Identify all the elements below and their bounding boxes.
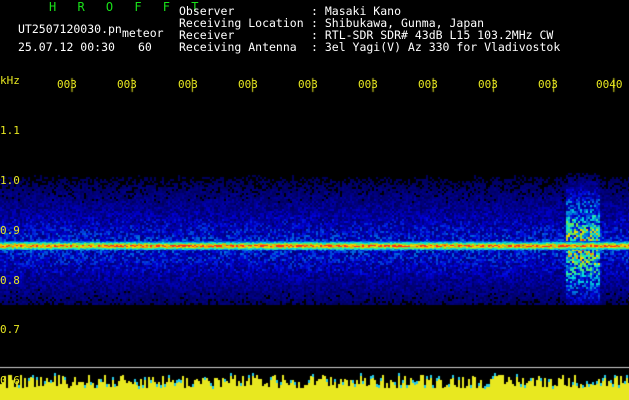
timestamp: 25.07.12 00:30: [18, 40, 115, 54]
file-name: UT2507120030.pn: [18, 22, 122, 36]
x-tick-label: 003: [298, 78, 318, 91]
y-tick-label: 1.1: [0, 124, 20, 137]
x-tick-label: 003: [117, 78, 137, 91]
x-tick-label: 003: [178, 78, 198, 91]
y-tick-label: 0.9: [0, 224, 20, 237]
x-tick-label: 003: [238, 78, 258, 91]
spectrogram-panel: kHz 003 003 003 003 003 003 003 003 003 …: [0, 70, 629, 400]
mode-label: meteor: [122, 26, 164, 40]
sample-rate: 60: [138, 40, 152, 54]
x-tick-label: 003: [418, 78, 438, 91]
y-tick-label: 0.6: [0, 374, 20, 387]
x-tick-label: 0040: [596, 78, 623, 91]
antenna-value: : 3el Yagi(V) Az 330 for Vladivostok: [311, 40, 561, 54]
y-tick-label: 0.7: [0, 323, 20, 336]
y-axis-unit: kHz: [0, 74, 20, 87]
waterfall-spectrogram: [0, 70, 629, 400]
y-tick-label: 1.0: [0, 174, 20, 187]
x-tick-label: 003: [358, 78, 378, 91]
x-tick-label: 003: [478, 78, 498, 91]
y-tick-label: 0.8: [0, 274, 20, 287]
x-tick-label: 003: [538, 78, 558, 91]
antenna-label: Receiving Antenna: [179, 40, 297, 54]
x-tick-label: 003: [57, 78, 77, 91]
